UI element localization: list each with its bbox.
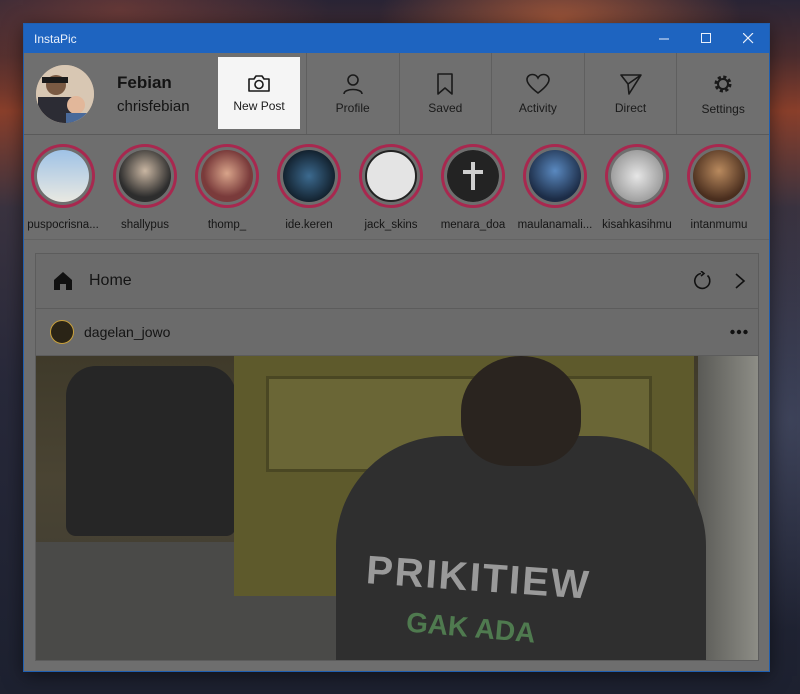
new-post-button[interactable]: New Post [218, 57, 300, 129]
heart-icon [526, 73, 550, 94]
send-icon [619, 73, 642, 95]
story-label: ide.keren [285, 219, 333, 231]
title-bar: InstaPic [24, 24, 769, 53]
story-label: thomp_ [207, 219, 247, 231]
app-header: Febian chrisfebian New Post Profile Save… [24, 53, 769, 135]
minimize-button[interactable] [643, 24, 685, 53]
more-options-icon[interactable] [730, 329, 748, 335]
story-label: puspocrisna... [27, 219, 99, 231]
story-avatar [119, 150, 171, 202]
activity-label: Activity [518, 100, 557, 115]
saved-button[interactable]: Saved [398, 53, 492, 134]
post-author-avatar[interactable] [50, 320, 74, 344]
story-label: intanmumu [690, 219, 748, 231]
settings-label: Settings [701, 101, 745, 116]
user-handle: chrisfebian [117, 97, 190, 115]
gear-icon [714, 75, 732, 92]
story-item[interactable]: menara_doa [428, 144, 518, 231]
user-name: Febian [117, 72, 172, 92]
close-icon [742, 33, 753, 44]
story-label: menara_doa [440, 219, 506, 231]
story-label: shallypus [121, 219, 169, 231]
close-button[interactable] [727, 24, 769, 53]
story-item[interactable]: thomp_ [182, 144, 272, 231]
story-avatar [611, 150, 663, 202]
motorbike-shape [66, 366, 236, 536]
refresh-icon[interactable] [692, 271, 712, 291]
direct-button[interactable]: Direct [583, 53, 677, 134]
home-icon [54, 272, 72, 290]
chevron-right-icon[interactable] [734, 272, 746, 290]
post-author-name[interactable]: dagelan_jowo [84, 324, 730, 340]
story-label: jack_skins [364, 219, 418, 231]
bookmark-icon [437, 72, 454, 95]
story-item[interactable]: puspocrisna... [24, 144, 108, 231]
feed-title: Home [89, 272, 132, 289]
window-title: InstaPic [34, 31, 77, 46]
person-icon [342, 73, 363, 94]
story-item[interactable]: intanmumu [674, 144, 764, 231]
post-image[interactable]: PRIKITIEW GAK ADA [36, 356, 758, 660]
story-avatar [693, 150, 745, 202]
user-profile-summary[interactable]: Febian chrisfebian [24, 53, 213, 134]
story-avatar [365, 150, 417, 202]
story-item[interactable]: jack_skins [346, 144, 436, 231]
story-avatar [37, 150, 89, 202]
story-item[interactable]: kisahkasihmu [592, 144, 682, 231]
post-header: dagelan_jowo [36, 309, 758, 356]
story-item[interactable]: maulanamali... [510, 144, 600, 231]
feed-header: Home [36, 254, 758, 309]
camera-icon [248, 75, 270, 92]
person-head-shape [461, 356, 581, 466]
story-avatar [201, 150, 253, 202]
stories-bar: puspocrisna... shallypus thomp_ ide.kere… [24, 135, 769, 240]
activity-button[interactable]: Activity [491, 53, 584, 134]
story-avatar [529, 150, 581, 202]
saved-label: Saved [428, 100, 463, 115]
home-feed: Home dagelan_jowo PRIKITIEW GAK ADA [35, 253, 759, 661]
cross-icon [447, 150, 499, 202]
profile-button[interactable]: Profile [305, 53, 399, 134]
maximize-button[interactable] [685, 24, 727, 53]
story-label: maulanamali... [517, 219, 593, 231]
direct-label: Direct [614, 100, 647, 115]
story-label: kisahkasihmu [602, 219, 672, 231]
story-item[interactable]: g [756, 144, 769, 231]
story-item[interactable]: ide.keren [264, 144, 354, 231]
street-light-area [698, 356, 758, 660]
new-post-label: New Post [233, 99, 285, 113]
profile-label: Profile [335, 100, 370, 115]
avatar[interactable] [36, 64, 94, 123]
maximize-icon [700, 33, 711, 43]
story-avatar [283, 150, 335, 202]
app-window: InstaPic Febian chrisfebian New Post Pro… [23, 23, 770, 672]
minimize-icon [658, 38, 669, 40]
settings-button[interactable]: Settings [676, 53, 769, 134]
story-item[interactable]: shallypus [100, 144, 190, 231]
